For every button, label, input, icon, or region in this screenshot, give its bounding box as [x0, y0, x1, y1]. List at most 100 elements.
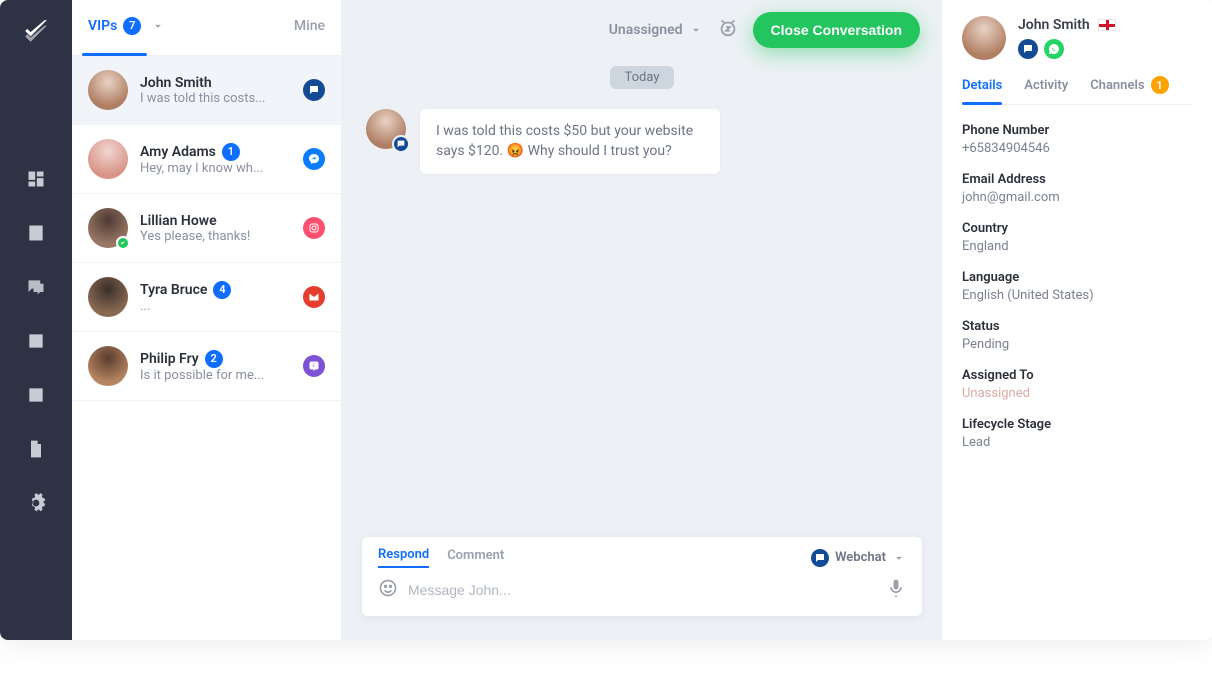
field-label: Language [962, 270, 1192, 285]
webchat-icon [1018, 39, 1038, 59]
tab-channels-label: Channels [1090, 78, 1144, 93]
field-value: English (United States) [962, 288, 1192, 303]
unread-badge: 1 [222, 143, 240, 161]
contact-avatar [962, 16, 1006, 60]
message-row: I was told this costs $50 but your websi… [342, 89, 942, 194]
nav-analytics-icon[interactable] [25, 384, 47, 406]
list-tabs: VIPs 7 Mine [72, 0, 341, 56]
contact-field: Phone Number +65834904546 [962, 123, 1192, 156]
conversation-preview: ... [140, 299, 291, 314]
conversation-name: Philip Fry [140, 351, 199, 367]
gmail-icon [303, 286, 325, 308]
conversation-item[interactable]: Lillian Howe Yes please, thanks! [72, 194, 341, 263]
conversation-item[interactable]: Amy Adams 1 Hey, may I know wh... [72, 125, 341, 194]
avatar [88, 346, 128, 386]
message-avatar [366, 109, 406, 149]
conversation-preview: Yes please, thanks! [140, 229, 291, 244]
conversation-name: Amy Adams [140, 144, 216, 160]
conversation-item[interactable]: John Smith I was told this costs... [72, 56, 341, 125]
tab-vips[interactable]: VIPs 7 [88, 17, 141, 39]
conversation-name: Lillian Howe [140, 213, 217, 229]
day-separator: Today [610, 66, 673, 89]
composer-tabs: Respond Comment Webchat [378, 547, 906, 568]
composer: Respond Comment Webchat [362, 537, 922, 616]
nav-list-icon[interactable] [25, 330, 47, 352]
contact-name: John Smith [1018, 17, 1090, 33]
tab-mine-label: Mine [294, 18, 325, 34]
message-input[interactable] [408, 582, 876, 598]
nav-dashboard-icon[interactable] [25, 168, 47, 190]
snooze-button[interactable] [717, 17, 739, 43]
whatsapp-icon [1044, 39, 1064, 59]
tab-channels-badge: 1 [1151, 76, 1169, 94]
webchat-icon [392, 135, 410, 153]
tab-activity[interactable]: Activity [1024, 76, 1068, 104]
webchat-icon [811, 549, 829, 567]
conversation-name: Tyra Bruce [140, 282, 207, 298]
field-value: +65834904546 [962, 141, 1192, 156]
field-label: Assigned To [962, 368, 1192, 383]
status-check-icon [116, 236, 130, 250]
composer-channel-label: Webchat [835, 550, 886, 565]
flag-england-icon [1098, 19, 1116, 31]
composer-tab-comment[interactable]: Comment [447, 548, 504, 567]
nav-contacts-icon[interactable] [25, 222, 47, 244]
emoji-icon[interactable] [378, 578, 398, 602]
nav-chat-icon[interactable] [25, 276, 47, 298]
field-label: Lifecycle Stage [962, 417, 1192, 432]
avatar [88, 70, 128, 110]
composer-channel-select[interactable]: Webchat [811, 549, 906, 567]
nav-rail [0, 0, 72, 640]
field-label: Phone Number [962, 123, 1192, 138]
assign-label: Unassigned [609, 22, 683, 38]
messenger-icon [303, 148, 325, 170]
tab-channels[interactable]: Channels 1 [1090, 76, 1168, 104]
contact-panel: John Smith Details Activity Channels 1 P… [942, 0, 1212, 640]
contact-channel-chips [1018, 39, 1116, 59]
tab-vips-count: 7 [123, 17, 141, 35]
close-conversation-button[interactable]: Close Conversation [753, 12, 920, 48]
avatar [88, 139, 128, 179]
avatar [88, 277, 128, 317]
field-value: Pending [962, 337, 1192, 352]
contact-field: Lifecycle Stage Lead [962, 417, 1192, 450]
contact-field: Email Address john@gmail.com [962, 172, 1192, 205]
field-value: England [962, 239, 1192, 254]
tab-details[interactable]: Details [962, 76, 1002, 104]
field-value: Lead [962, 435, 1192, 450]
composer-tab-respond[interactable]: Respond [378, 547, 429, 568]
field-label: Status [962, 319, 1192, 334]
assign-dropdown[interactable]: Unassigned [609, 22, 703, 38]
mic-icon[interactable] [886, 578, 906, 602]
contact-field: Country England [962, 221, 1192, 254]
conversation-preview: I was told this costs... [140, 91, 291, 106]
conversation-name: John Smith [140, 75, 212, 91]
viber-icon [303, 355, 325, 377]
conversation-preview: Hey, may I know wh... [140, 161, 291, 176]
field-label: Email Address [962, 172, 1192, 187]
conversation-item[interactable]: Tyra Bruce 4 ... [72, 263, 341, 332]
message-bubble: I was told this costs $50 but your websi… [420, 109, 720, 174]
unread-badge: 4 [213, 281, 231, 299]
contact-field: Assigned To Unassigned [962, 368, 1192, 401]
tab-mine[interactable]: Mine [294, 18, 325, 38]
detail-tabs: Details Activity Channels 1 [962, 76, 1192, 105]
field-label: Country [962, 221, 1192, 236]
unread-badge: 2 [205, 350, 223, 368]
conversation-list-panel: VIPs 7 Mine John Smith I was told this c… [72, 0, 342, 640]
logo-icon [23, 18, 49, 48]
field-value: Unassigned [962, 386, 1192, 401]
nav-file-icon[interactable] [25, 438, 47, 460]
avatar [88, 208, 128, 248]
conversation-preview: Is it possible for me... [140, 368, 291, 383]
contact-field: Status Pending [962, 319, 1192, 352]
conversation-header: Unassigned Close Conversation [342, 0, 942, 60]
contact-header: John Smith [962, 16, 1192, 60]
webchat-icon [303, 79, 325, 101]
contact-field: Language English (United States) [962, 270, 1192, 303]
nav-settings-icon[interactable] [25, 492, 47, 514]
chevron-down-icon[interactable] [151, 19, 165, 37]
instagram-icon [303, 217, 325, 239]
conversation-item[interactable]: Philip Fry 2 Is it possible for me... [72, 332, 341, 401]
field-value: john@gmail.com [962, 190, 1192, 205]
